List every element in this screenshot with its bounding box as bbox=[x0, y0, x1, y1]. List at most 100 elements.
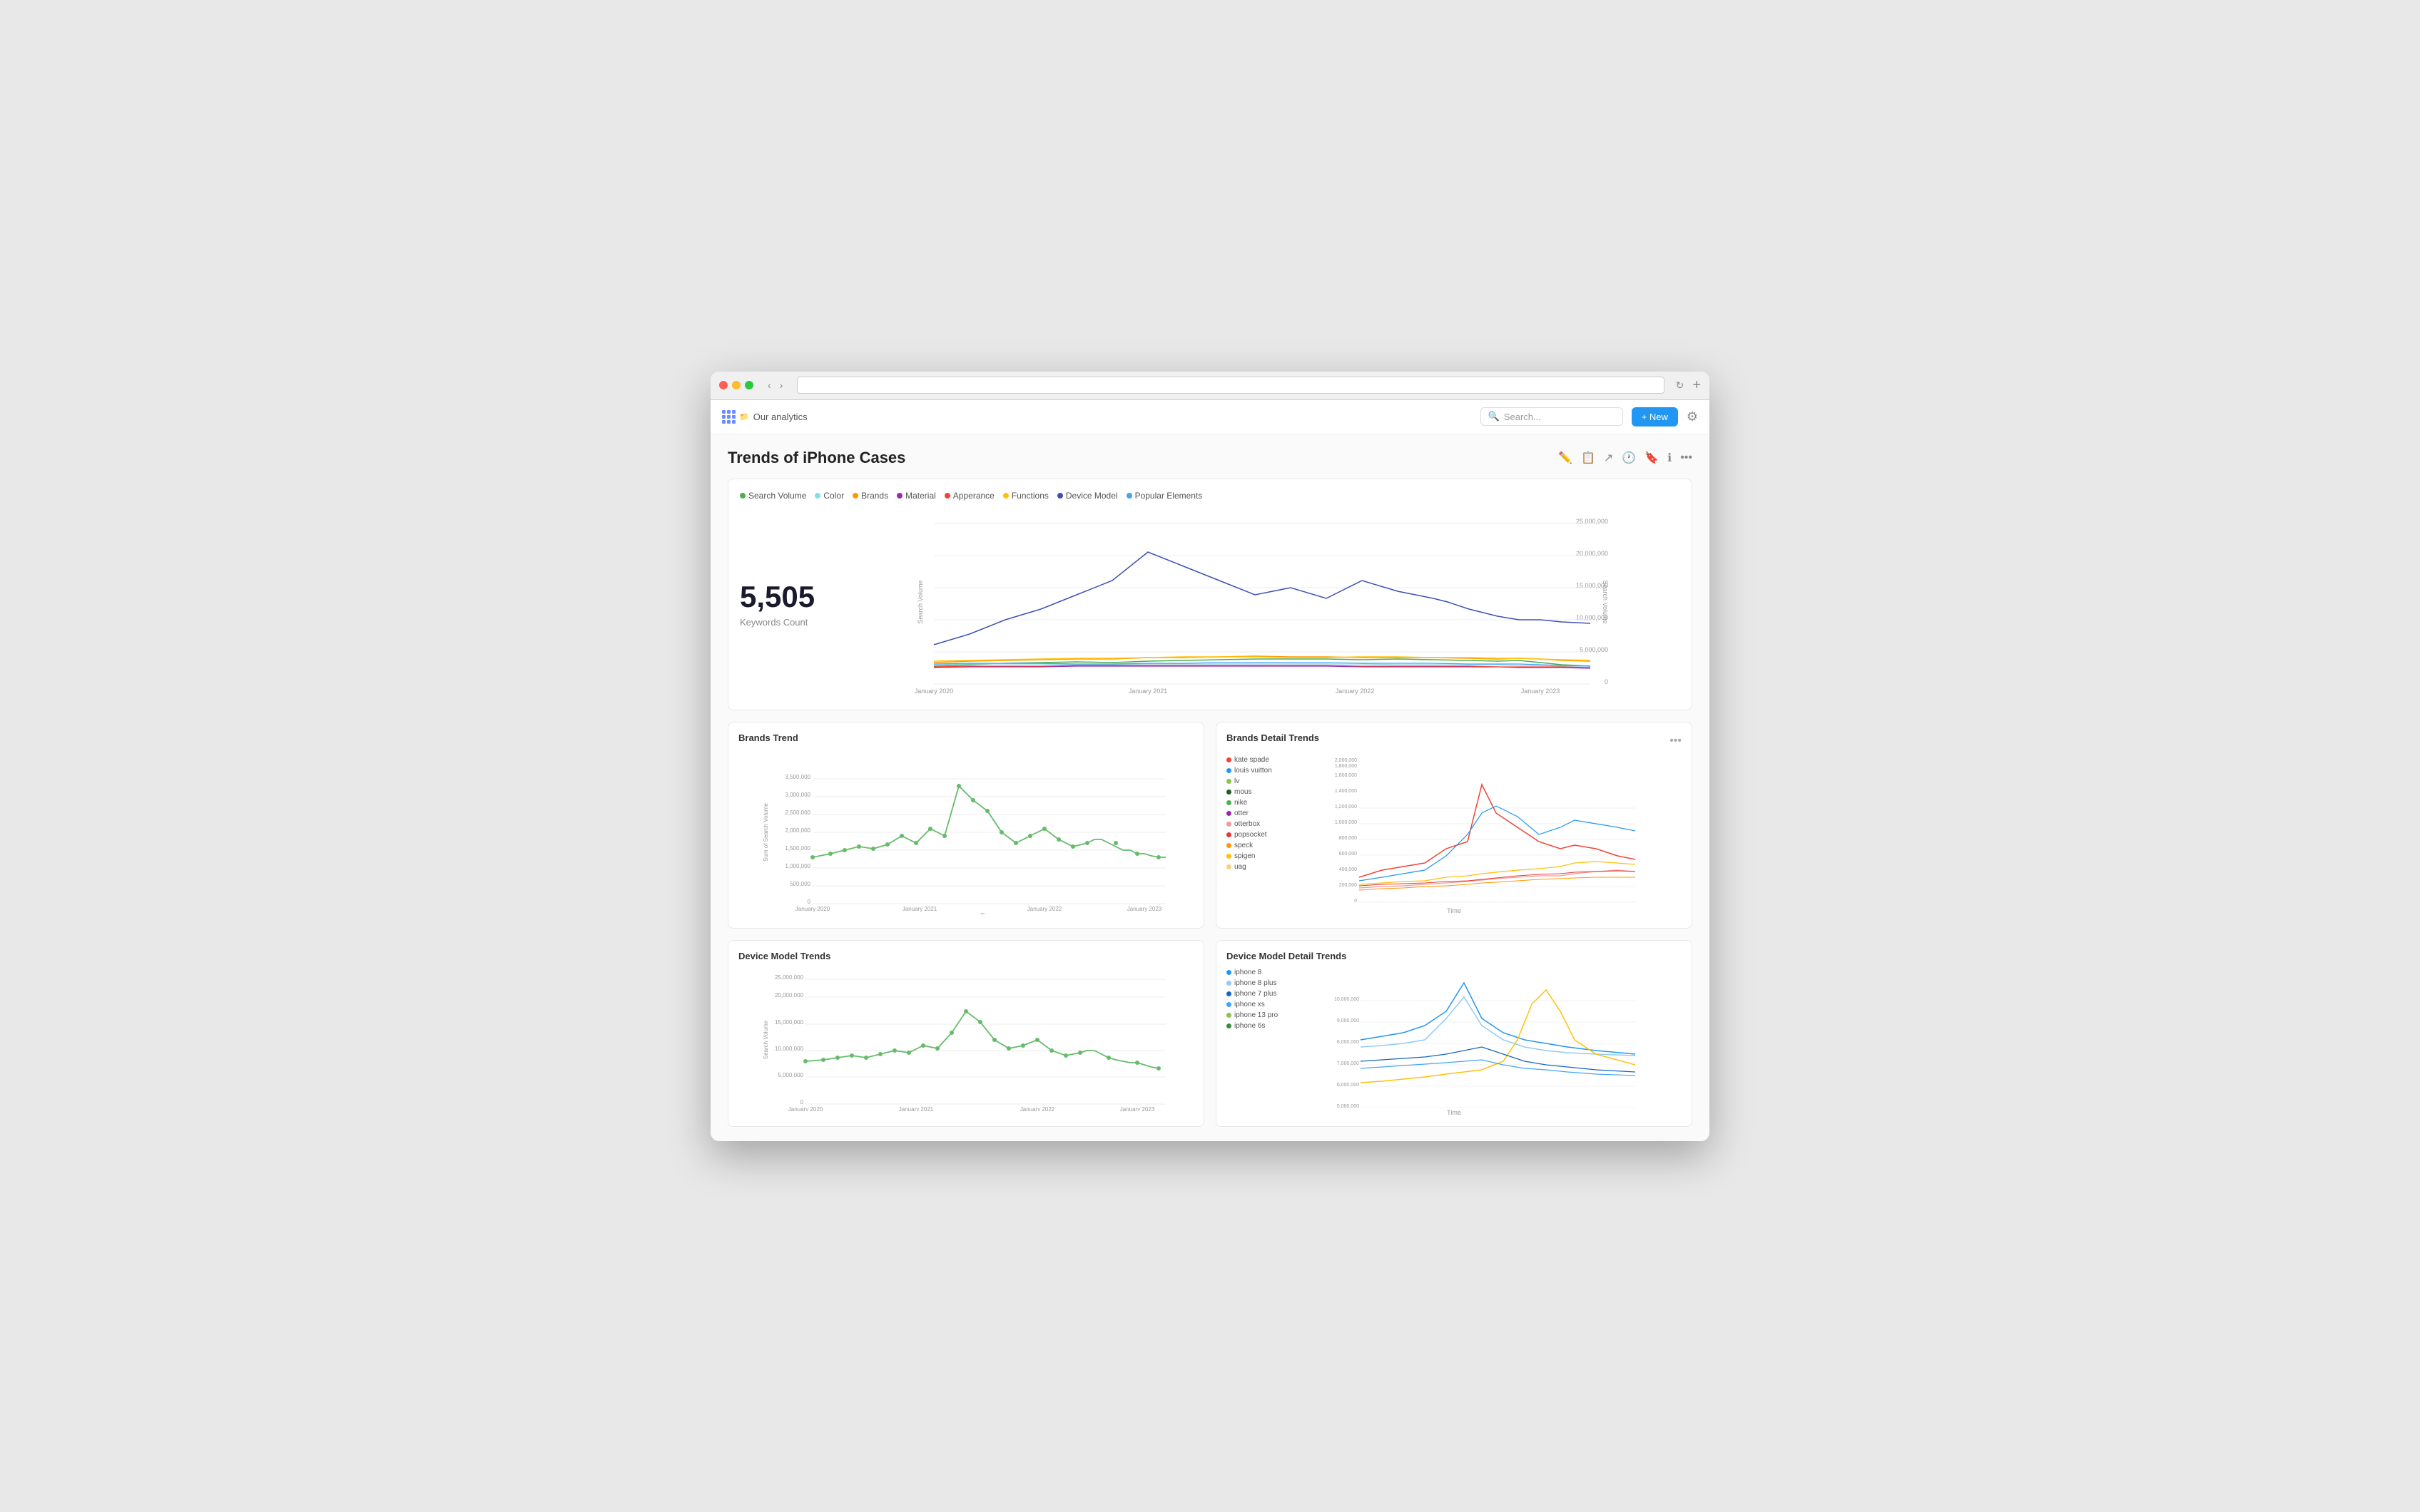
brands-detail-card: Brands Detail Trends ••• kate spade loui… bbox=[1216, 722, 1692, 929]
svg-text:25,000,000: 25,000,000 bbox=[775, 974, 804, 981]
legend-item-mous: mous bbox=[1226, 788, 1291, 796]
breadcrumb-folder-icon: 📁 bbox=[739, 412, 749, 422]
svg-text:2,000,000: 2,000,000 bbox=[785, 827, 810, 834]
main-chart-svg: Search Volume 0 5,000,000 10,000,000 15,… bbox=[844, 509, 1680, 695]
legend-item-kate-spade: kate spade bbox=[1226, 756, 1291, 764]
svg-text:Search Volume: Search Volume bbox=[1602, 580, 1609, 623]
legend-label-otterbox: otterbox bbox=[1234, 820, 1260, 828]
more-button[interactable]: ••• bbox=[1680, 451, 1692, 464]
legend-label-popular-elements: Popular Elements bbox=[1135, 491, 1203, 501]
edit-button[interactable]: ✏️ bbox=[1558, 451, 1572, 465]
device-model-detail-card: Device Model Detail Trends iphone 8 ipho… bbox=[1216, 940, 1692, 1127]
svg-text:0: 0 bbox=[1354, 899, 1357, 904]
history-button[interactable]: 🕐 bbox=[1622, 451, 1636, 465]
legend-item-otterbox: otterbox bbox=[1226, 820, 1291, 828]
legend-dot-apperance bbox=[945, 493, 950, 499]
back-button[interactable]: ‹ bbox=[765, 378, 774, 392]
svg-text:January 2022: January 2022 bbox=[1027, 906, 1062, 912]
stat-box: 5,505 Keywords Count bbox=[740, 509, 833, 698]
info-button[interactable]: ℹ bbox=[1667, 451, 1672, 465]
svg-text:1,200,000: 1,200,000 bbox=[1335, 804, 1357, 809]
close-button[interactable] bbox=[719, 381, 728, 389]
device-model-trend-svg: Search Volume 0 5,000,000 10,000,000 15,… bbox=[738, 969, 1194, 1111]
legend-label-louis-vuitton: louis vuitton bbox=[1234, 767, 1272, 775]
charts-grid: Brands Trend Sum of Search Volume 0 500,… bbox=[728, 722, 1692, 1127]
legend-dot-otterbox bbox=[1226, 822, 1231, 827]
svg-text:January 2020: January 2020 bbox=[915, 688, 954, 695]
page-title-row: Trends of iPhone Cases ✏️ 📋 ↗ 🕐 🔖 ℹ ••• bbox=[728, 449, 1692, 467]
refresh-button[interactable]: ↻ bbox=[1676, 379, 1684, 392]
legend-label-mous: mous bbox=[1234, 788, 1251, 796]
legend-item-brands: Brands bbox=[853, 491, 888, 501]
legend-label-functions: Functions bbox=[1012, 491, 1049, 501]
legend-dot-lv bbox=[1226, 779, 1231, 784]
legend-label-kate-spade: kate spade bbox=[1234, 756, 1269, 764]
legend-item-spigen: spigen bbox=[1226, 852, 1291, 860]
legend-dot-search-volume bbox=[740, 493, 746, 499]
svg-text:January 2020: January 2020 bbox=[795, 906, 830, 912]
main-chart-container: 5,505 Keywords Count Search Volume 0 5,0… bbox=[740, 509, 1680, 698]
svg-text:January 2021: January 2021 bbox=[903, 906, 937, 912]
legend-dot-popsocket bbox=[1226, 832, 1231, 837]
legend-item-lv: lv bbox=[1226, 777, 1291, 785]
legend-dot-iphone13pro bbox=[1226, 1013, 1231, 1018]
legend-dot-popular-elements bbox=[1127, 493, 1132, 499]
settings-button[interactable]: ⚙ bbox=[1687, 409, 1698, 424]
svg-text:8,000,000: 8,000,000 bbox=[1337, 1040, 1359, 1045]
svg-text:January 2023: January 2023 bbox=[1127, 906, 1162, 912]
breadcrumb-label: Our analytics bbox=[753, 412, 808, 422]
bookmark-button[interactable]: 🔖 bbox=[1644, 451, 1659, 465]
maximize-button[interactable] bbox=[745, 381, 753, 389]
svg-text:1,600,000: 1,600,000 bbox=[1335, 773, 1357, 778]
svg-text:January 2023: January 2023 bbox=[1120, 1106, 1155, 1111]
svg-text:2,000,000: 2,000,000 bbox=[1335, 758, 1357, 763]
brands-detail-more-button[interactable]: ••• bbox=[1669, 735, 1682, 747]
svg-text:5,000,000: 5,000,000 bbox=[1337, 1104, 1359, 1108]
legend-label-brands: Brands bbox=[861, 491, 888, 501]
svg-text:January 2020: January 2020 bbox=[788, 1106, 823, 1111]
legend-dot-brands bbox=[853, 493, 858, 499]
app-header: 📁 Our analytics 🔍 Search... + New ⚙ bbox=[711, 400, 1709, 434]
legend-item-iphone6s: iphone 6s bbox=[1226, 1022, 1291, 1030]
svg-text:3,000,000: 3,000,000 bbox=[785, 792, 810, 798]
new-tab-button[interactable]: + bbox=[1692, 377, 1701, 394]
copy-button[interactable]: 📋 bbox=[1581, 451, 1595, 465]
logo-icon bbox=[722, 410, 735, 423]
svg-text:6,000,000: 6,000,000 bbox=[1337, 1083, 1359, 1088]
brands-trend-card: Brands Trend Sum of Search Volume 0 500,… bbox=[728, 722, 1204, 929]
legend-item-nike: nike bbox=[1226, 799, 1291, 807]
device-model-detail-title: Device Model Detail Trends bbox=[1226, 951, 1682, 961]
legend-dot-speck bbox=[1226, 843, 1231, 848]
page-content: Trends of iPhone Cases ✏️ 📋 ↗ 🕐 🔖 ℹ ••• … bbox=[711, 434, 1709, 1141]
legend-dot-louis-vuitton bbox=[1226, 768, 1231, 773]
legend-label-color: Color bbox=[823, 491, 844, 501]
address-bar[interactable] bbox=[797, 377, 1664, 394]
share-button[interactable]: ↗ bbox=[1604, 451, 1613, 465]
legend-label-iphonexs: iphone xs bbox=[1234, 1001, 1265, 1008]
brands-detail-legend: kate spade louis vuitton lv mous bbox=[1226, 756, 1291, 906]
legend-label-spigen: spigen bbox=[1234, 852, 1255, 860]
legend-item-apperance: Apperance bbox=[945, 491, 995, 501]
legend-label-material: Material bbox=[905, 491, 936, 501]
legend-item-iphone7plus: iphone 7 plus bbox=[1226, 990, 1291, 998]
legend-label-iphone8plus: iphone 8 plus bbox=[1234, 979, 1277, 987]
svg-text:1,000,000: 1,000,000 bbox=[1335, 820, 1357, 825]
forward-button[interactable]: › bbox=[777, 378, 786, 392]
svg-text:January 2021: January 2021 bbox=[899, 1106, 934, 1111]
legend-label-otter: otter bbox=[1234, 809, 1249, 817]
legend-label-device-model: Device Model bbox=[1066, 491, 1118, 501]
svg-text:January 2022: January 2022 bbox=[1020, 1106, 1055, 1111]
main-chart-legend: Search Volume Color Brands Material Appe… bbox=[740, 491, 1680, 501]
minimize-button[interactable] bbox=[732, 381, 741, 389]
legend-dot-mous bbox=[1226, 790, 1231, 795]
new-button[interactable]: + New bbox=[1632, 407, 1678, 426]
legend-label-speck: speck bbox=[1234, 842, 1253, 849]
brands-trend-title: Brands Trend bbox=[738, 732, 1194, 743]
svg-text:800,000: 800,000 bbox=[1339, 836, 1357, 841]
search-bar[interactable]: 🔍 Search... bbox=[1480, 407, 1623, 426]
svg-text:0: 0 bbox=[1605, 678, 1608, 685]
stat-number: 5,505 bbox=[740, 580, 833, 614]
svg-text:1,000,000: 1,000,000 bbox=[785, 863, 810, 869]
svg-text:9,000,000: 9,000,000 bbox=[1337, 1018, 1359, 1023]
svg-text:400,000: 400,000 bbox=[1339, 867, 1357, 872]
